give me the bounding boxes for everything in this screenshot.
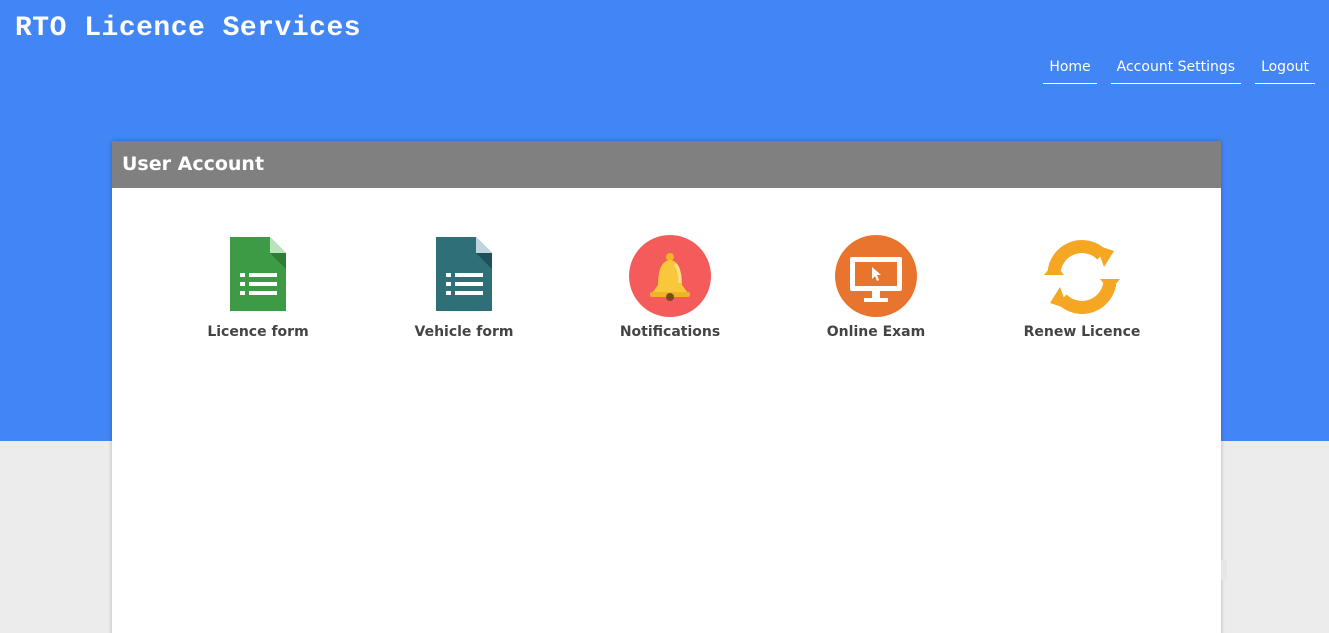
teal-document-icon <box>436 237 492 311</box>
notifications-label: Notifications <box>619 324 721 340</box>
user-account-panel: User Account Licence form Vehicle form N… <box>112 141 1221 633</box>
renew-licence-tile[interactable]: Renew Licence <box>1002 235 1162 340</box>
refresh-arrows-icon <box>1044 240 1120 314</box>
top-nav: Home Account Settings Logout <box>1043 58 1315 84</box>
vehicle-form-tile[interactable]: Vehicle form <box>384 235 544 340</box>
online-exam-tile[interactable]: Online Exam <box>796 235 956 340</box>
service-tiles: Licence form Vehicle form Notifications … <box>112 235 1221 355</box>
licence-form-label: Licence form <box>207 324 309 340</box>
online-exam-label: Online Exam <box>826 324 926 340</box>
bell-icon <box>629 235 711 317</box>
notifications-tile[interactable]: Notifications <box>590 235 750 340</box>
monitor-icon <box>835 235 917 317</box>
renew-licence-label: Renew Licence <box>1023 324 1141 340</box>
site-title: RTO Licence Services <box>15 13 362 44</box>
nav-logout-link[interactable]: Logout <box>1255 58 1315 84</box>
green-document-icon <box>230 237 286 311</box>
decorative-edge <box>1221 560 1227 580</box>
nav-account-settings-link[interactable]: Account Settings <box>1110 58 1242 84</box>
vehicle-form-label: Vehicle form <box>414 324 514 340</box>
licence-form-tile[interactable]: Licence form <box>178 235 338 340</box>
nav-home-link[interactable]: Home <box>1043 58 1097 84</box>
panel-title: User Account <box>112 141 1221 188</box>
